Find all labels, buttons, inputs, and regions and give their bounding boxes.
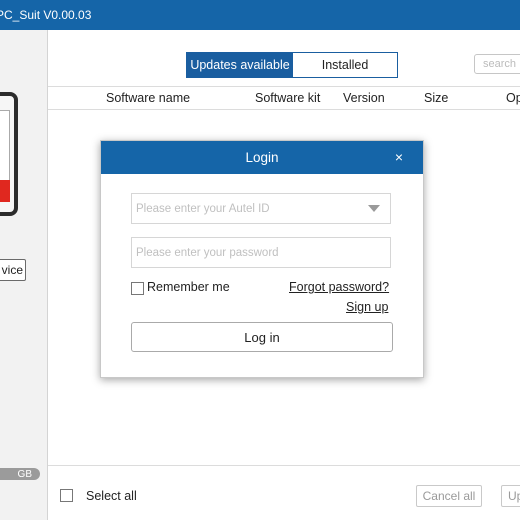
- title-bar: PC_Suit V0.00.03: [0, 0, 520, 30]
- update-button[interactable]: Up: [501, 485, 520, 507]
- close-icon[interactable]: ×: [395, 149, 403, 165]
- column-software-name: Software name: [106, 91, 191, 105]
- select-all-checkbox[interactable]: [60, 489, 73, 502]
- select-all-label: Select all: [86, 489, 137, 503]
- search-input[interactable]: search: [474, 54, 520, 74]
- storage-indicator: GB: [0, 468, 40, 480]
- password-field[interactable]: Please enter your password: [131, 237, 391, 268]
- remember-me-checkbox[interactable]: [131, 282, 144, 295]
- autel-id-field[interactable]: Please enter your Autel ID: [131, 193, 391, 224]
- device-sidebar: vice GB: [0, 30, 48, 520]
- forgot-password-link[interactable]: Forgot password?: [289, 280, 389, 294]
- column-operation: Op: [506, 91, 520, 105]
- log-in-button[interactable]: Log in: [131, 322, 393, 352]
- login-dialog: Login × Please enter your Autel ID Pleas…: [100, 140, 424, 378]
- device-image: [0, 92, 18, 216]
- tab-installed[interactable]: Installed: [293, 53, 397, 77]
- sign-up-link[interactable]: Sign up: [346, 300, 388, 314]
- device-red-band: [0, 180, 10, 202]
- device-button[interactable]: vice: [0, 259, 26, 281]
- window-title: PC_Suit V0.00.03: [0, 8, 92, 22]
- cancel-all-button[interactable]: Cancel all: [416, 485, 482, 507]
- chevron-down-icon[interactable]: [368, 205, 380, 212]
- footer-bar: Select all Cancel all Up: [48, 465, 520, 521]
- tab-updates-available[interactable]: Updates available: [187, 53, 293, 77]
- login-dialog-header: Login ×: [101, 141, 423, 174]
- column-size: Size: [424, 91, 449, 105]
- table-header: Software name Software kit Version Size …: [48, 86, 520, 110]
- update-tabs: Updates available Installed: [186, 52, 398, 78]
- column-software-kit: Software kit: [255, 91, 321, 105]
- remember-me-label: Remember me: [147, 280, 230, 294]
- column-version: Version: [343, 91, 385, 105]
- autel-id-placeholder: Please enter your Autel ID: [136, 202, 270, 215]
- password-placeholder: Please enter your password: [136, 246, 279, 259]
- login-title: Login: [245, 150, 279, 165]
